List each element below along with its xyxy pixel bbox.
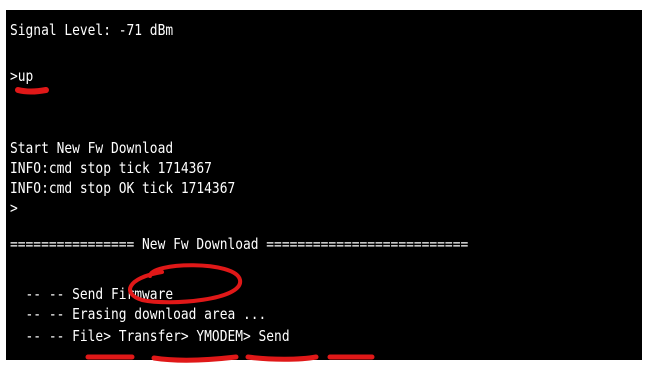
start-download-line: Start New Fw Download [10,139,174,157]
info-stop-ok-line: INFO:cmd stop OK tick 1714367 [10,179,236,197]
signal-level-line: Signal Level: -71 dBm [10,21,174,39]
menu-path-line: -- -- File> Transfer> YMODEM> Send [10,327,290,345]
terminal-window[interactable]: Signal Level: -71 dBm >up Start New Fw D… [6,10,642,360]
empty-prompt-line: > [10,199,18,217]
erasing-area-line: -- -- Erasing download area ... [10,305,267,323]
screenshot-frame: Signal Level: -71 dBm >up Start New Fw D… [0,0,652,367]
send-firmware-line: -- -- Send Firmware [10,285,174,303]
download-separator-line: ================ New Fw Download =======… [10,235,469,253]
prompt-up-command: >up [10,67,34,85]
info-stop-tick-line: INFO:cmd stop tick 1714367 [10,159,212,177]
